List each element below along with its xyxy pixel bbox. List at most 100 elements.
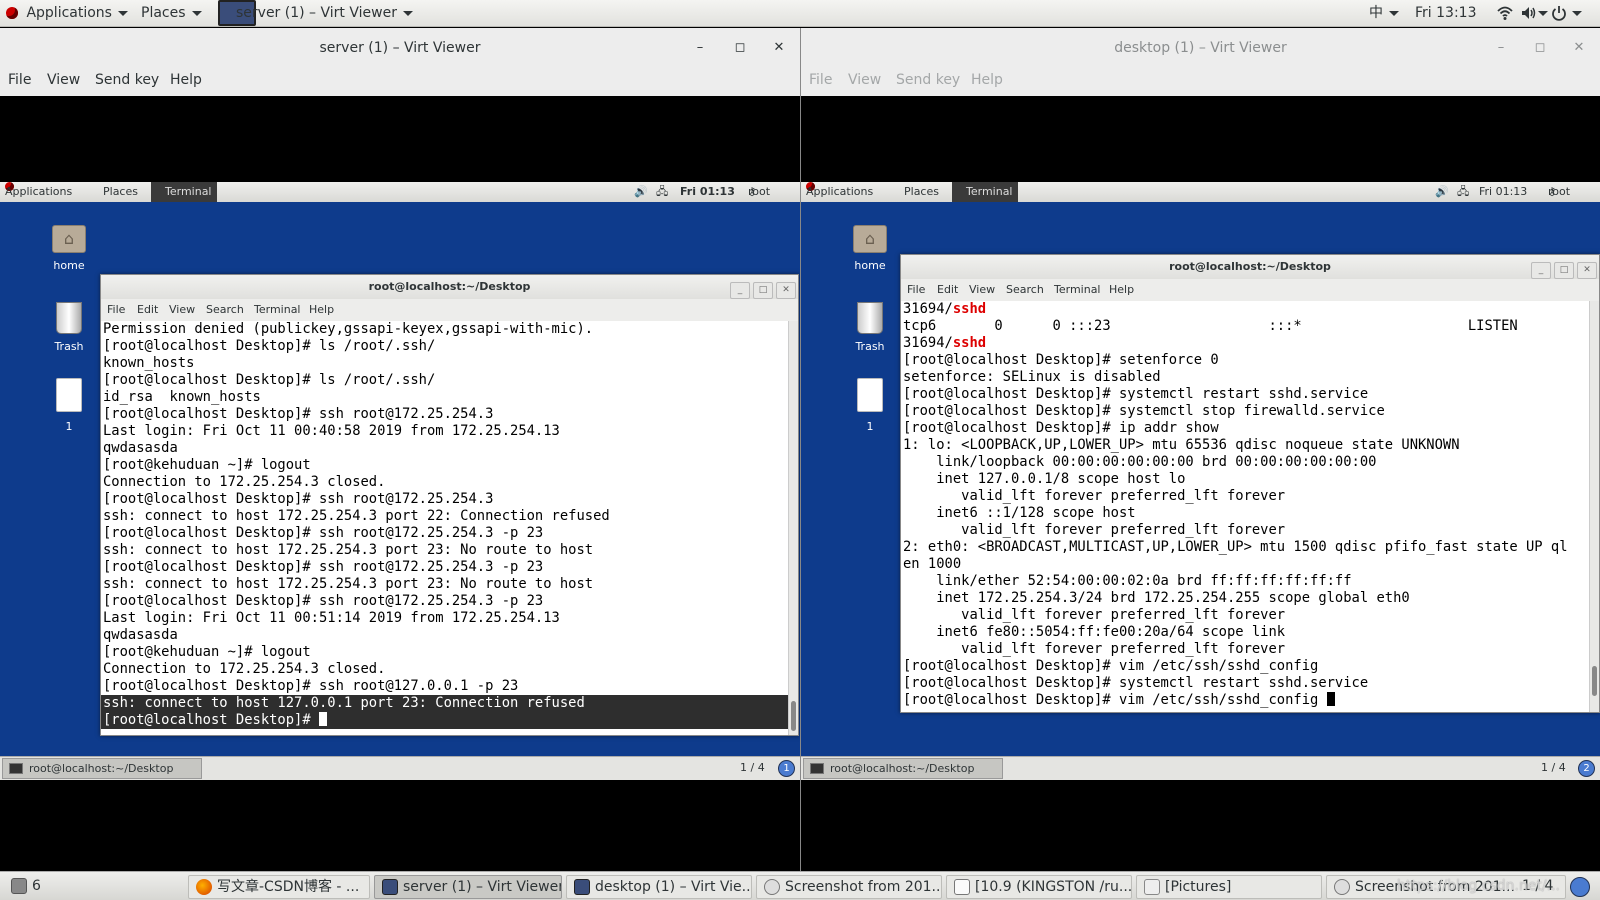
term-menu-help[interactable]: Help	[1109, 279, 1134, 301]
places-menu[interactable]: Places	[141, 0, 202, 27]
window-menu[interactable]: server (1) – Virt Viewer	[236, 0, 413, 27]
volume-icon[interactable]: 🔊	[634, 182, 648, 202]
terminal-window[interactable]: root@localhost:~/Desktop _ □ ✕ File Edit V…	[100, 274, 799, 736]
guest-terminal-tab[interactable]: Terminal	[151, 182, 217, 202]
minimize-icon[interactable]: –	[1491, 28, 1511, 68]
clock[interactable]: Fri 13:13	[1415, 0, 1476, 27]
menu-file[interactable]: File	[809, 68, 832, 92]
guest-task-terminal[interactable]: root@localhost:~/Desktop	[803, 758, 1003, 779]
volume-icon[interactable]: 🔊	[1435, 182, 1449, 202]
terminal-line: ssh: connect to host 172.25.254.3 port 2…	[103, 576, 594, 592]
terminal-titlebar[interactable]: root@localhost:~/Desktop _ □ ✕	[901, 255, 1599, 279]
text-editor-icon	[954, 879, 970, 895]
notification-icon[interactable]: 1	[778, 760, 795, 777]
guest-clock[interactable]: Fri 01:13	[680, 182, 735, 202]
desktop-icon-home[interactable]: home	[39, 225, 99, 272]
maximize-icon[interactable]: ◻	[1530, 28, 1550, 68]
term-menu-edit[interactable]: Edit	[937, 279, 958, 301]
applications-menu[interactable]: Applications	[6, 0, 128, 27]
terminal-output[interactable]: 31694/sshd tcp6 0 0 :::23 :::* LISTEN 3169…	[901, 301, 1589, 712]
guest-task-terminal[interactable]: root@localhost:~/Desktop	[2, 758, 202, 779]
menu-view[interactable]: View	[848, 68, 881, 92]
maximize-icon[interactable]: □	[753, 282, 773, 299]
volume-icon[interactable]	[1521, 5, 1537, 21]
guest-screen[interactable]: Applications Places Terminal 🔊 🖧 Fri 01:…	[801, 182, 1600, 780]
terminal-line: [root@localhost Desktop]# ssh root@172.2…	[103, 491, 494, 507]
maximize-icon[interactable]: □	[1554, 262, 1574, 279]
taskbar-item-pictures[interactable]: [Pictures]	[1136, 875, 1322, 899]
window-titlebar[interactable]: desktop (1) – Virt Viewer – ◻ ✕	[801, 28, 1600, 68]
screenshot-icon	[764, 879, 780, 895]
network-icon[interactable]: 🖧	[1457, 182, 1469, 202]
term-menu-help[interactable]: Help	[309, 299, 334, 321]
taskbar-item-desktop-viewer[interactable]: desktop (1) – Virt Vie...	[566, 875, 752, 899]
notification-icon[interactable]: 2	[1578, 760, 1595, 777]
guest-places-menu[interactable]: Places	[904, 182, 939, 202]
terminal-line: [root@localhost Desktop]# ls /root/.ssh/	[103, 372, 436, 388]
scroll-thumb[interactable]	[1592, 666, 1597, 696]
guest-screen[interactable]: Applications Places Terminal 🔊 🖧 Fri 01:…	[0, 182, 800, 780]
guest-places-menu[interactable]: Places	[103, 182, 138, 202]
guest-top-panel: Applications Places Terminal 🔊 🖧 Fri 01:…	[0, 182, 800, 202]
terminal-menubar: File Edit View Search Terminal Help	[101, 299, 798, 321]
guest-top-panel: Applications Places Terminal 🔊 🖧 Fri 01:…	[801, 182, 1600, 202]
term-menu-view[interactable]: View	[969, 279, 995, 301]
terminal-output[interactable]: Permission denied (publickey,gssapi-keye…	[101, 321, 788, 735]
show-desktop-button[interactable]: 6	[4, 875, 184, 899]
guest-clock[interactable]: Fri 01:13	[1479, 182, 1527, 202]
terminal-titlebar[interactable]: root@localhost:~/Desktop _ □ ✕	[101, 275, 798, 299]
terminal-line: Connection to 172.25.254.3 closed.	[103, 474, 386, 490]
minimize-icon[interactable]: _	[1531, 262, 1551, 279]
close-icon[interactable]: ✕	[769, 28, 789, 68]
menu-file[interactable]: File	[8, 68, 31, 92]
guest-terminal-tab[interactable]: Terminal	[952, 182, 1018, 202]
terminal-line: en 1000	[903, 556, 962, 572]
file-icon	[857, 378, 883, 412]
scrollbar[interactable]	[788, 321, 798, 735]
menu-view[interactable]: View	[47, 68, 80, 92]
term-menu-file[interactable]: File	[107, 299, 125, 321]
desktop-icon-trash[interactable]: Trash	[39, 302, 99, 353]
minimize-icon[interactable]: _	[730, 282, 750, 299]
maximize-icon[interactable]: ◻	[730, 28, 750, 68]
menu-send-key[interactable]: Send key	[95, 68, 159, 92]
close-icon[interactable]: ✕	[776, 282, 796, 299]
scroll-thumb[interactable]	[791, 701, 796, 731]
watermark: https://blog.csdn.net/...	[1396, 878, 1560, 894]
window-titlebar[interactable]: server (1) – Virt Viewer – ◻ ✕	[0, 28, 800, 68]
taskbar-item-server-viewer[interactable]: server (1) – Virt Viewer	[374, 875, 562, 899]
terminal-line: [root@localhost Desktop]# systemctl rest…	[903, 386, 1369, 402]
wifi-icon[interactable]	[1497, 5, 1513, 21]
desktop-icon-home[interactable]: home	[840, 225, 900, 272]
term-menu-search[interactable]: Search	[206, 299, 244, 321]
terminal-window[interactable]: root@localhost:~/Desktop _ □ ✕ File Edit V…	[900, 254, 1600, 713]
menu-send-key[interactable]: Send key	[896, 68, 960, 92]
workspace-indicator[interactable]: 1 / 4	[740, 757, 765, 779]
term-menu-view[interactable]: View	[169, 299, 195, 321]
close-icon[interactable]: ✕	[1577, 262, 1597, 279]
terminal-line: known_hosts	[103, 355, 195, 371]
taskbar-item-browser[interactable]: 写文章-CSDN博客 - ...	[188, 875, 370, 899]
network-icon[interactable]: 🖧	[656, 182, 668, 202]
scrollbar[interactable]	[1589, 301, 1599, 712]
menu-help[interactable]: Help	[971, 68, 1003, 92]
notification-icon[interactable]	[1570, 877, 1590, 897]
desktop-icon-file[interactable]: 1	[39, 378, 99, 433]
menu-help[interactable]: Help	[170, 68, 202, 92]
desktop-icon-trash[interactable]: Trash	[840, 302, 900, 353]
close-icon[interactable]: ✕	[1569, 28, 1589, 68]
taskbar-item-screenshot-1[interactable]: Screenshot from 201...	[756, 875, 942, 899]
power-icon[interactable]	[1551, 5, 1567, 21]
term-menu-terminal[interactable]: Terminal	[254, 299, 301, 321]
cursor	[1326, 692, 1335, 706]
term-menu-terminal[interactable]: Terminal	[1054, 279, 1101, 301]
terminal-line: [root@localhost Desktop]# ssh root@172.2…	[103, 406, 494, 422]
taskbar-item-kingston[interactable]: [10.9 (KINGSTON /ru...	[946, 875, 1132, 899]
term-menu-file[interactable]: File	[907, 279, 925, 301]
input-method-indicator[interactable]: 中	[1369, 0, 1399, 27]
term-menu-search[interactable]: Search	[1006, 279, 1044, 301]
workspace-indicator[interactable]: 1 / 4	[1541, 757, 1566, 779]
minimize-icon[interactable]: –	[690, 28, 710, 68]
desktop-icon-file[interactable]: 1	[840, 378, 900, 433]
term-menu-edit[interactable]: Edit	[137, 299, 158, 321]
